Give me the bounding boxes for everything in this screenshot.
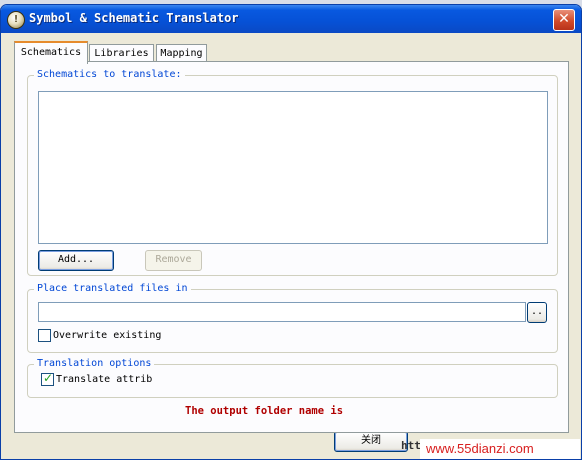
translation-options-group: Translation options ✓ Translate attrib [27, 357, 558, 398]
translator-dialog: ! Symbol & Schematic Translator ✕ Schema… [0, 4, 582, 460]
translate-attrib-checkbox[interactable]: ✓ [41, 371, 54, 386]
tab-schematics[interactable]: Schematics [14, 41, 88, 64]
remove-button[interactable]: Remove [145, 250, 202, 271]
status-message: The output folder name is [185, 405, 344, 417]
app-icon: ! [7, 11, 25, 29]
overwrite-checkbox[interactable] [38, 329, 51, 342]
output-folder-input[interactable] [38, 302, 526, 322]
title-bar[interactable]: ! Symbol & Schematic Translator ✕ [1, 5, 581, 33]
tab-panel: Schematics to translate: Add... Remove P… [14, 61, 569, 433]
translate-attrib-label: Translate attrib [56, 374, 153, 385]
overwrite-label: Overwrite existing [53, 330, 162, 341]
translation-options-legend: Translation options [34, 357, 155, 371]
add-button[interactable]: Add... [38, 250, 114, 271]
watermark-text: www.55dianzi.com [420, 439, 580, 459]
schematics-legend: Schematics to translate: [34, 68, 185, 82]
schematics-group: Schematics to translate: Add... Remove [27, 68, 558, 276]
place-files-legend: Place translated files in [34, 282, 191, 296]
window-title: Symbol & Schematic Translator [29, 11, 239, 25]
place-files-group: Place translated files in .. Overwrite e… [27, 282, 558, 353]
checkmark-icon: ✓ [43, 371, 54, 385]
close-icon[interactable]: ✕ [553, 9, 575, 31]
close-button[interactable]: 关闭 [334, 431, 408, 452]
schematics-list[interactable] [38, 91, 548, 244]
browse-button[interactable]: .. [527, 302, 547, 323]
